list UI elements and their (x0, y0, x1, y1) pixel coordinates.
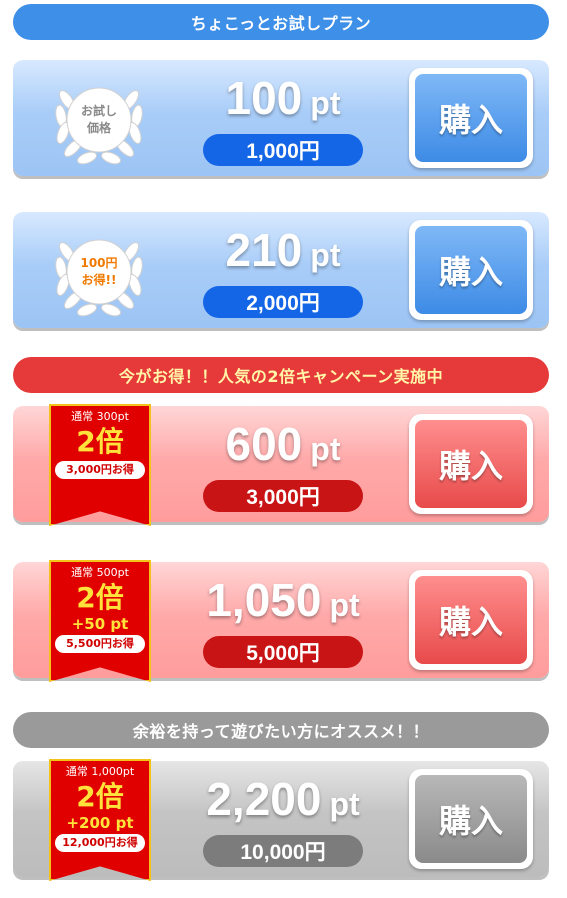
buy-button-label: 購入 (415, 775, 527, 863)
ribbon-multiplier: 2倍 (76, 425, 124, 458)
buy-button[interactable]: 購入 (409, 570, 533, 670)
ribbon-multiplier: 2倍 (76, 780, 124, 813)
ribbon-bonus: +50 pt (71, 615, 129, 633)
section-header-campaign: 今がお得！！人気の2倍キャンペーン実施中 (13, 357, 549, 393)
points-unit: pt (329, 786, 360, 822)
ribbon-normal-points: 通常 1,000pt (65, 765, 135, 778)
ribbon-savings: 5,500円お得 (55, 635, 145, 653)
double-ribbon-badge: 通常 500pt 2倍 +50 pt 5,500円お得 (49, 560, 151, 682)
ribbon-bonus: +200 pt (66, 814, 134, 832)
points-unit: pt (310, 237, 341, 273)
ribbon-savings: 3,000円お得 (55, 461, 145, 479)
badge-line-2: お得!! (81, 273, 117, 287)
buy-button-label: 購入 (415, 226, 527, 314)
section-header-label: 余裕を持って遊びたい方にオススメ！！ (132, 722, 430, 741)
ribbon-normal-points: 通常 300pt (71, 410, 129, 423)
price-pill: 2,000円 (203, 286, 363, 318)
buy-button-label: 購入 (415, 74, 527, 162)
badge-line-1: お試し (80, 104, 117, 118)
buy-button[interactable]: 購入 (409, 769, 533, 869)
price-pill: 3,000円 (203, 480, 363, 512)
plan-card-2200: 通常 1,000pt 2倍 +200 pt 12,000円お得 2,200 pt … (13, 759, 549, 881)
section-header-recommend: 余裕を持って遊びたい方にオススメ！！ (13, 712, 549, 748)
ribbon-multiplier: 2倍 (76, 581, 124, 614)
plan-card-600: 通常 300pt 2倍 3,000円お得 600 pt 3,000円 購入 (13, 404, 549, 526)
section-header-trial: ちょこっとお試しプラン (13, 4, 549, 40)
price-pill: 5,000円 (203, 636, 363, 668)
price-pill: 10,000円 (203, 835, 363, 867)
price-pill: 1,000円 (203, 134, 363, 166)
plan-card-1050: 通常 500pt 2倍 +50 pt 5,500円お得 1,050 pt 5,00… (13, 560, 549, 682)
points-value: 210 pt (225, 224, 341, 276)
plan-card-210: 100円 お得!! 210 pt 2,000円 購入 (13, 212, 549, 328)
points-unit: pt (310, 431, 341, 467)
points-unit: pt (329, 587, 360, 623)
section-header-label: ちょこっとお試しプラン (190, 14, 372, 33)
points-value: 2,200 pt (206, 773, 360, 825)
buy-button[interactable]: 購入 (409, 414, 533, 514)
laurel-badge-icon: 100円 お得!! (49, 222, 149, 322)
double-ribbon-badge: 通常 1,000pt 2倍 +200 pt 12,000円お得 (49, 759, 151, 881)
laurel-badge-icon: お試し 価格 (49, 70, 149, 170)
plan-card-100: お試し 価格 100 pt 1,000円 購入 (13, 60, 549, 176)
buy-button[interactable]: 購入 (409, 220, 533, 320)
ribbon-normal-points: 通常 500pt (71, 566, 129, 579)
points-value: 100 pt (225, 72, 341, 124)
section-header-label: 今がお得！！人気の2倍キャンペーン実施中 (118, 367, 444, 386)
badge-line-2: 価格 (86, 121, 111, 135)
buy-button[interactable]: 購入 (409, 68, 533, 168)
buy-button-label: 購入 (415, 420, 527, 508)
badge-line-1: 100円 (80, 256, 118, 270)
ribbon-savings: 12,000円お得 (55, 834, 145, 852)
points-unit: pt (310, 85, 341, 121)
points-value: 1,050 pt (206, 574, 360, 626)
points-value: 600 pt (225, 418, 341, 470)
buy-button-label: 購入 (415, 576, 527, 664)
double-ribbon-badge: 通常 300pt 2倍 3,000円お得 (49, 404, 151, 526)
